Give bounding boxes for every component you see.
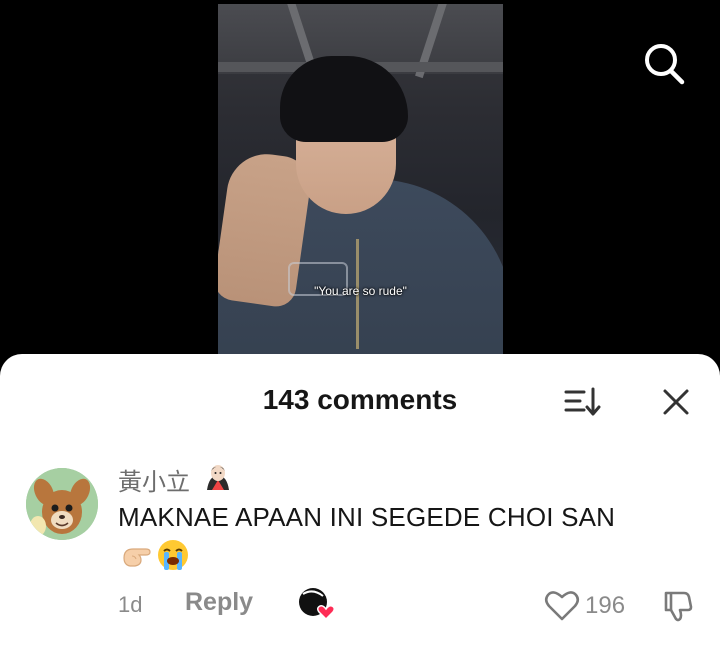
- comments-count-title: 143 comments: [262, 384, 458, 415]
- video-subtitle: "You are so rude": [314, 284, 407, 298]
- loudly-crying-emoji: [156, 538, 190, 572]
- video-area: "You are so rude": [0, 0, 720, 360]
- comment-text: MAKNAE APAAN INI SEGEDE CHOI SAN: [118, 502, 616, 532]
- comment-username[interactable]: 黃小立: [118, 462, 190, 497]
- dislike-icon[interactable]: [660, 588, 696, 624]
- close-icon[interactable]: [658, 384, 694, 420]
- comments-sheet: 143 comments 黃小立 MAKNAE APAAN INI SEGEDE…: [0, 354, 720, 651]
- reply-button[interactable]: Reply: [185, 588, 253, 617]
- like-count: 196: [585, 592, 626, 619]
- comment-time: 1d: [118, 592, 143, 617]
- search-icon[interactable]: [640, 40, 688, 88]
- comment-item: 黃小立 MAKNAE APAAN INI SEGEDE CHOI SAN 1d …: [0, 454, 720, 634]
- avatar[interactable]: [26, 468, 98, 540]
- creator-liked-icon: [297, 586, 337, 622]
- heart-icon[interactable]: [544, 588, 580, 622]
- vampire-emoji: [203, 462, 233, 492]
- pointing-hand-emoji: [120, 538, 154, 572]
- sort-icon[interactable]: [562, 384, 602, 420]
- video-player[interactable]: "You are so rude": [218, 4, 503, 356]
